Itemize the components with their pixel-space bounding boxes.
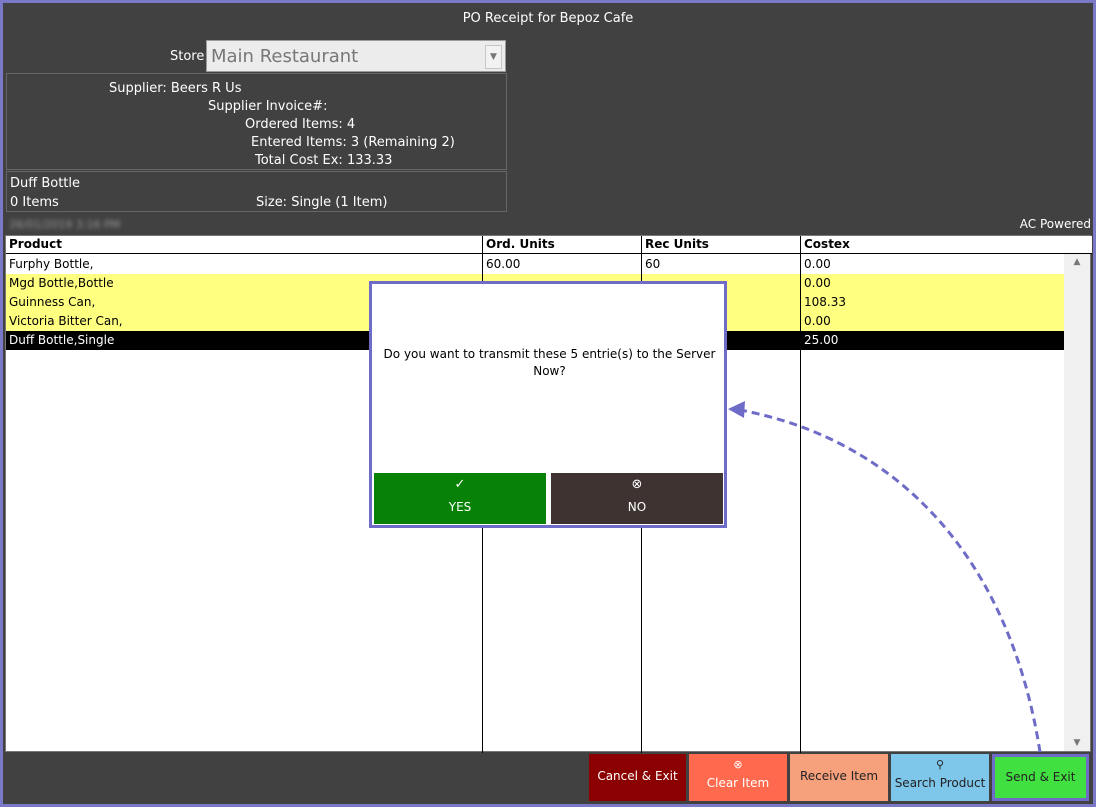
search-product-button[interactable]: ⚲ Search Product (891, 754, 989, 801)
close-circle-icon: ⊗ (733, 758, 743, 771)
no-label: NO (627, 500, 647, 514)
checkmark-icon: ✓ (454, 477, 466, 492)
send-exit-button[interactable]: Send & Exit (992, 754, 1089, 801)
receive-item-label: Receive Item (799, 769, 879, 783)
dialog-message: Do you want to transmit these 5 entrie(s… (383, 347, 716, 378)
yes-label: YES (448, 500, 472, 514)
cancel-exit-button[interactable]: Cancel & Exit (589, 754, 686, 801)
search-icon: ⚲ (935, 758, 945, 771)
confirm-dialog: Do you want to transmit these 5 entrie(s… (369, 281, 727, 528)
yes-button[interactable]: ✓ YES (374, 473, 546, 524)
no-button[interactable]: ⊗ NO (551, 473, 723, 524)
search-product-label: Search Product (894, 776, 986, 790)
send-exit-label: Send & Exit (1005, 770, 1076, 784)
clear-item-label: Clear Item (706, 776, 770, 790)
cancel-exit-label: Cancel & Exit (597, 769, 678, 783)
clear-item-button[interactable]: ⊗ Clear Item (689, 754, 787, 801)
receive-item-button[interactable]: Receive Item (790, 754, 888, 801)
close-circle-icon: ⊗ (631, 477, 643, 492)
